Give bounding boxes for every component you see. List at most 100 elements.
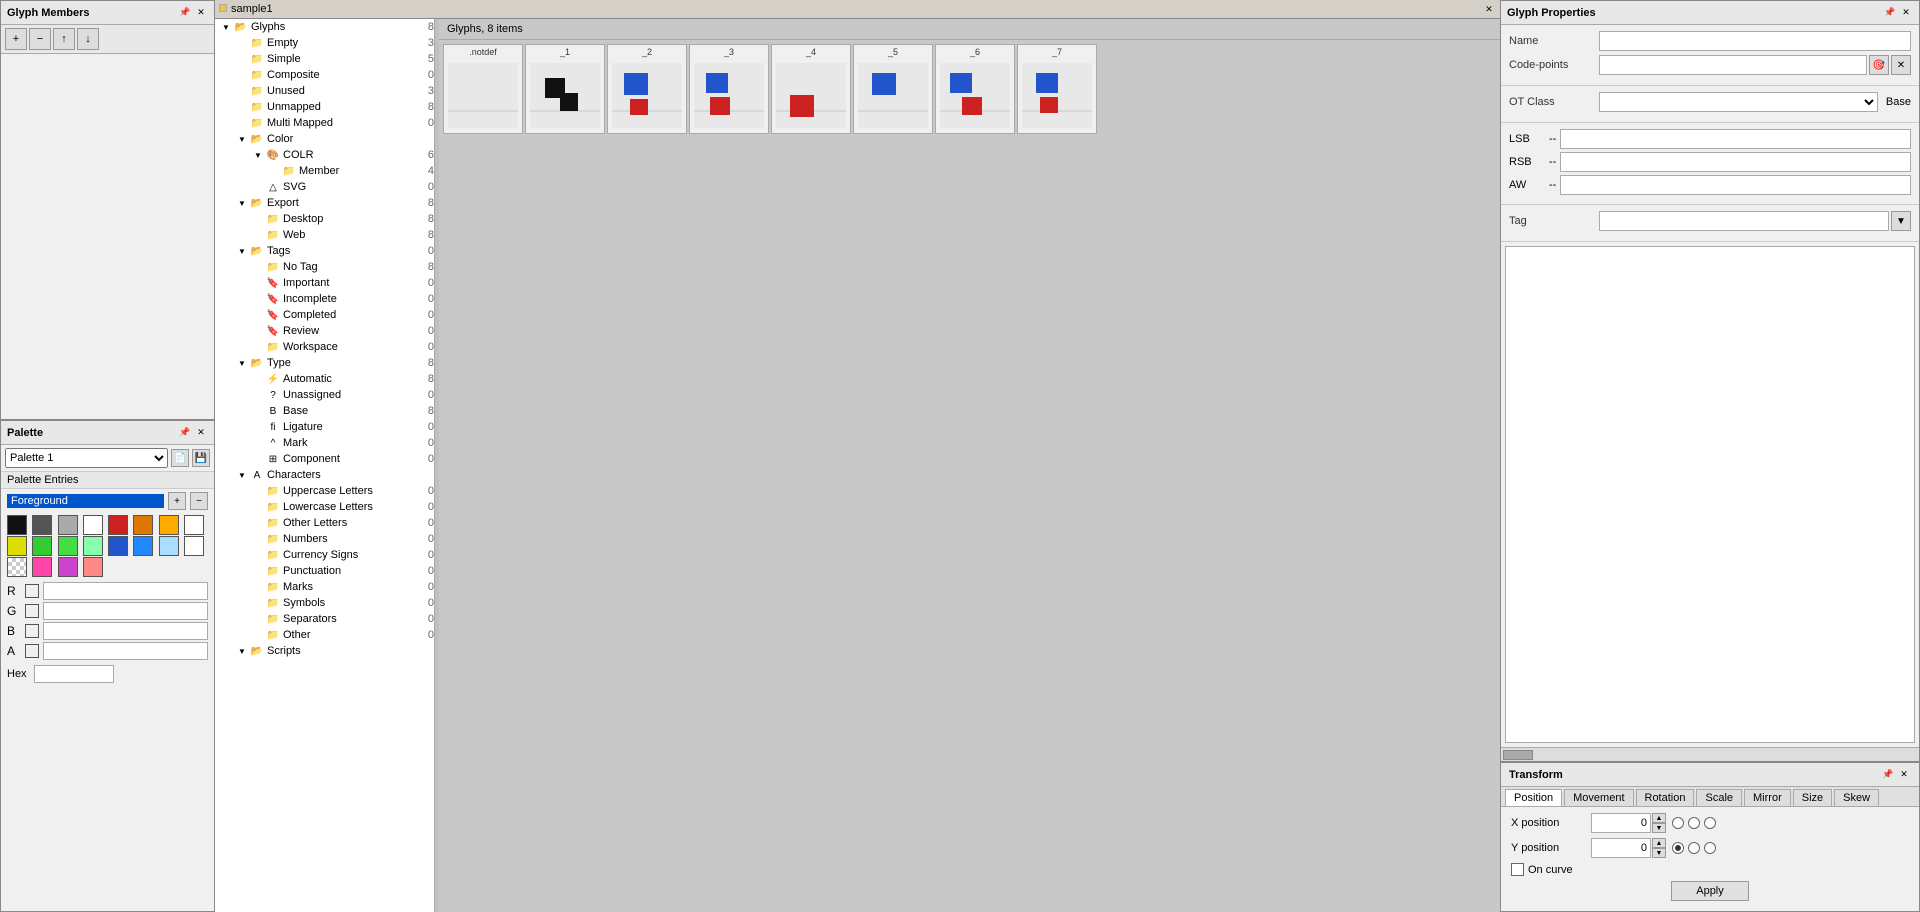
tree-item-type[interactable]: ▼📂Type8 [215, 355, 434, 371]
tree-item-mark[interactable]: ^Mark0 [215, 435, 434, 451]
tree-item-symbols[interactable]: 📁Symbols0 [215, 595, 434, 611]
x-radio-3[interactable] [1704, 817, 1716, 829]
b-input[interactable] [43, 622, 208, 640]
palette-remove-color-button[interactable]: − [190, 492, 208, 510]
tree-item-member[interactable]: 📁Member4 [215, 163, 434, 179]
transform-tab-size[interactable]: Size [1793, 789, 1832, 806]
codepoints-input[interactable] [1599, 55, 1867, 75]
glyph-cell-_4[interactable]: _4 [771, 44, 851, 134]
y-position-input[interactable] [1591, 838, 1651, 858]
tree-item-scripts[interactable]: ▼📂Scripts [215, 643, 434, 659]
tree-item-desktop[interactable]: 📁Desktop8 [215, 211, 434, 227]
y-radio-3[interactable] [1704, 842, 1716, 854]
x-radio-1[interactable] [1672, 817, 1684, 829]
x-spin-up[interactable]: ▲ [1652, 813, 1666, 823]
color-swatch-pink[interactable] [32, 557, 52, 577]
glyph-cell-_7[interactable]: _7 [1017, 44, 1097, 134]
transform-tab-skew[interactable]: Skew [1834, 789, 1879, 806]
color-swatch-orange[interactable] [133, 515, 153, 535]
pin-button[interactable]: 📌 [178, 6, 192, 20]
g-swatch[interactable] [25, 604, 39, 618]
glyph-props-pin-button[interactable]: 📌 [1883, 6, 1897, 20]
tree-item-unused[interactable]: 📁Unused3 [215, 83, 434, 99]
name-input[interactable] [1599, 31, 1911, 51]
tree-item-export[interactable]: ▼📂Export8 [215, 195, 434, 211]
tree-item-workspace[interactable]: 📁Workspace0 [215, 339, 434, 355]
transform-close-button[interactable]: ✕ [1897, 768, 1911, 782]
tree-item-notag[interactable]: 📁No Tag8 [215, 259, 434, 275]
color-swatch-yellow[interactable] [159, 515, 179, 535]
color-swatch-white2[interactable] [184, 515, 204, 535]
tree-item-component[interactable]: ⊞Component0 [215, 451, 434, 467]
add-member-button[interactable]: + [5, 28, 27, 50]
tree-item-glyphs[interactable]: ▼📂Glyphs8 [215, 19, 434, 35]
palette-add-color-button[interactable]: + [168, 492, 186, 510]
tree-item-currencysigns[interactable]: 📁Currency Signs0 [215, 547, 434, 563]
a-swatch[interactable] [25, 644, 39, 658]
remove-member-button[interactable]: − [29, 28, 51, 50]
glyph-cell-_1[interactable]: _1 [525, 44, 605, 134]
tree-item-separators[interactable]: 📁Separators0 [215, 611, 434, 627]
tree-item-important[interactable]: 🔖Important0 [215, 275, 434, 291]
tree-item-svg[interactable]: △SVG0 [215, 179, 434, 195]
codepoints-clear-button[interactable]: ✕ [1891, 55, 1911, 75]
tree-item-tags[interactable]: ▼📂Tags0 [215, 243, 434, 259]
color-swatch-dgray[interactable] [32, 515, 52, 535]
lsb-input[interactable] [1560, 129, 1911, 149]
color-swatch-green[interactable] [32, 536, 52, 556]
color-swatch-lpink[interactable] [83, 557, 103, 577]
y-radio-1[interactable] [1672, 842, 1684, 854]
r-input[interactable] [43, 582, 208, 600]
color-swatch-white3[interactable] [184, 536, 204, 556]
codepoints-picker-button[interactable]: 🎯 [1869, 55, 1889, 75]
color-swatch-blue[interactable] [108, 536, 128, 556]
color-swatch-lblue[interactable] [133, 536, 153, 556]
rsb-input[interactable] [1560, 152, 1911, 172]
tree-item-lowercase[interactable]: 📁Lowercase Letters0 [215, 499, 434, 515]
glyph-props-close-button[interactable]: ✕ [1899, 6, 1913, 20]
transform-tab-rotation[interactable]: Rotation [1636, 789, 1695, 806]
close-button[interactable]: ✕ [194, 6, 208, 20]
x-position-input[interactable] [1591, 813, 1651, 833]
tree-item-color[interactable]: ▼📂Color [215, 131, 434, 147]
transform-tab-position[interactable]: Position [1505, 789, 1562, 806]
color-swatch-purple[interactable] [58, 557, 78, 577]
transform-pin-button[interactable]: 📌 [1881, 768, 1895, 782]
notes-textarea[interactable] [1505, 246, 1915, 743]
tree-item-completed[interactable]: 🔖Completed0 [215, 307, 434, 323]
tag-dropdown-button[interactable]: ▼ [1891, 211, 1911, 231]
tree-item-otherletters[interactable]: 📁Other Letters0 [215, 515, 434, 531]
glyph-cell-_2[interactable]: _2 [607, 44, 687, 134]
g-input[interactable] [43, 602, 208, 620]
color-swatch-yellowy[interactable] [7, 536, 27, 556]
color-swatch-lgreen[interactable] [58, 536, 78, 556]
tree-item-unassigned[interactable]: ?Unassigned0 [215, 387, 434, 403]
tree-item-base[interactable]: BBase8 [215, 403, 434, 419]
tree-item-automatic[interactable]: ⚡Automatic8 [215, 371, 434, 387]
tree-item-multimapped[interactable]: 📁Multi Mapped0 [215, 115, 434, 131]
transform-tab-scale[interactable]: Scale [1696, 789, 1742, 806]
tree-item-marks[interactable]: 📁Marks0 [215, 579, 434, 595]
tree-item-other[interactable]: 📁Other0 [215, 627, 434, 643]
hex-input[interactable] [34, 665, 114, 683]
palette-dropdown[interactable]: Palette 1 [5, 448, 168, 468]
tree-item-punctuation[interactable]: 📁Punctuation0 [215, 563, 434, 579]
color-swatch-mint[interactable] [83, 536, 103, 556]
x-spin-down[interactable]: ▼ [1652, 823, 1666, 833]
scrollbar-thumb[interactable] [1503, 750, 1533, 760]
y-spin-up[interactable]: ▲ [1652, 838, 1666, 848]
horizontal-scrollbar[interactable] [1501, 747, 1919, 761]
tree-item-incomplete[interactable]: 🔖Incomplete0 [215, 291, 434, 307]
color-swatch-lgray[interactable] [58, 515, 78, 535]
glyph-cell-_5[interactable]: _5 [853, 44, 933, 134]
palette-save-button[interactable]: 💾 [192, 449, 210, 467]
tree-item-composite[interactable]: 📁Composite0 [215, 67, 434, 83]
r-swatch[interactable] [25, 584, 39, 598]
color-swatch-white[interactable] [83, 515, 103, 535]
glyph-cell-_6[interactable]: _6 [935, 44, 1015, 134]
color-swatch-red[interactable] [108, 515, 128, 535]
palette-pin-button[interactable]: 📌 [178, 426, 192, 440]
tree-item-uppercase[interactable]: 📁Uppercase Letters0 [215, 483, 434, 499]
on-curve-checkbox[interactable] [1511, 863, 1524, 876]
tree-item-unmapped[interactable]: 📁Unmapped8 [215, 99, 434, 115]
